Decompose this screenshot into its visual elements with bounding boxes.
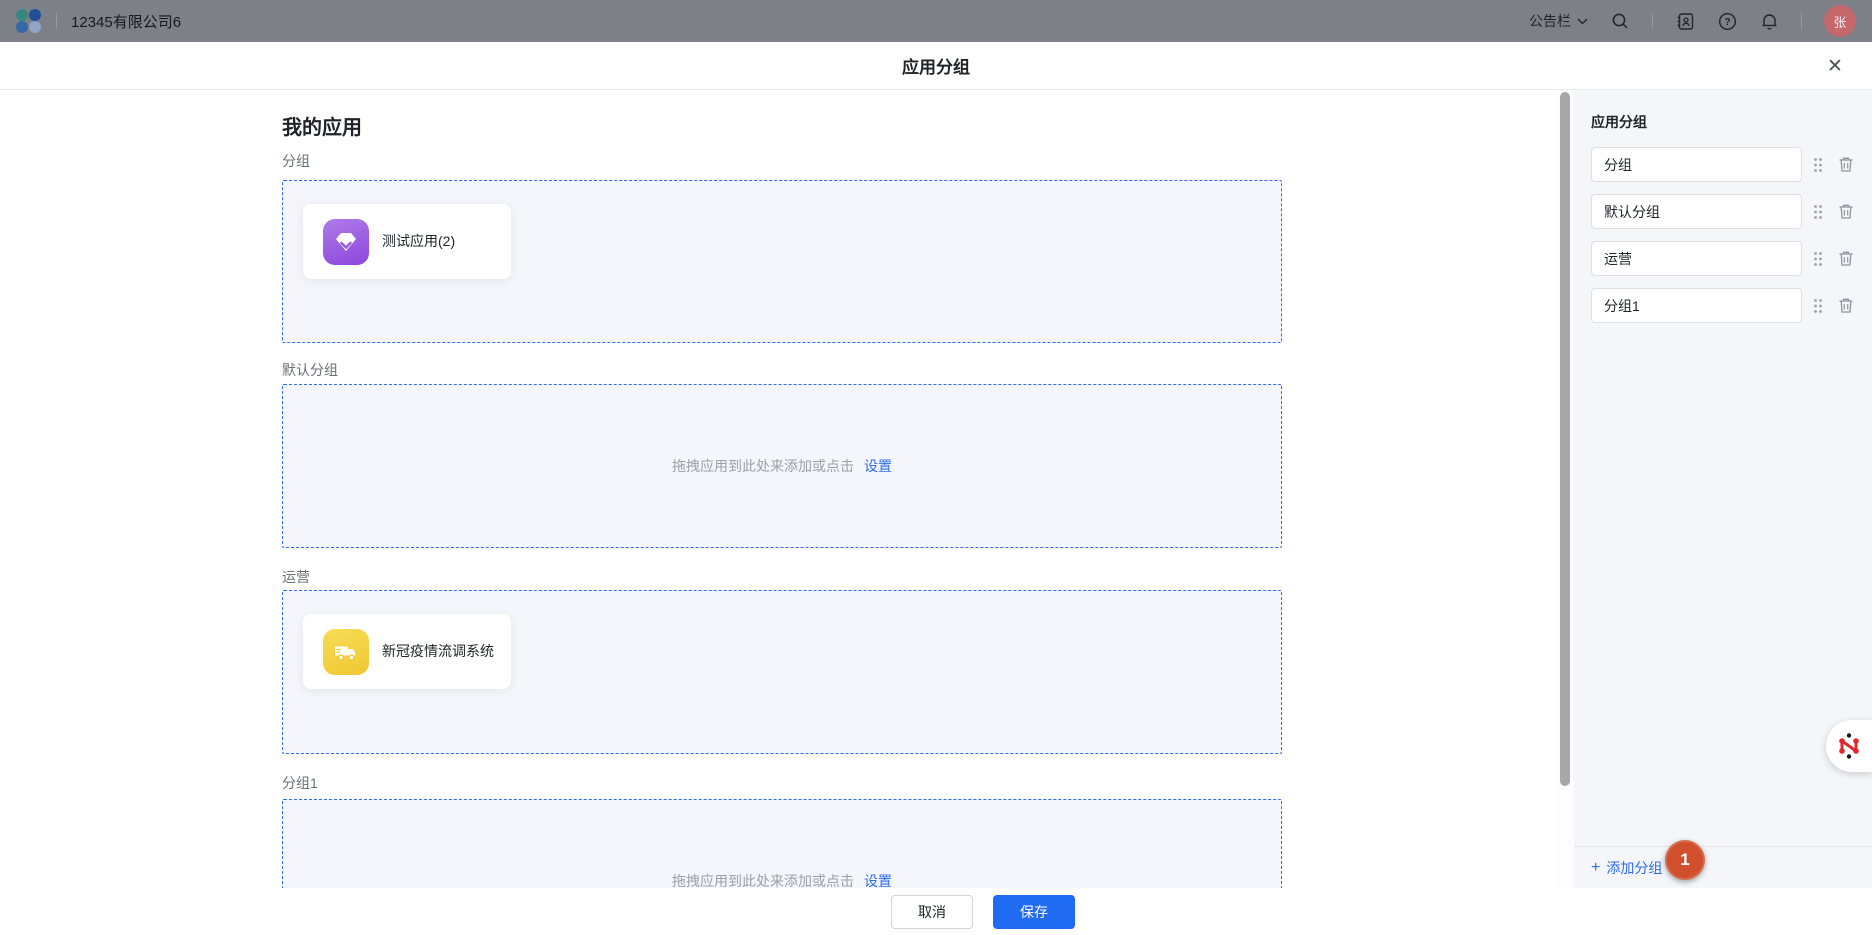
app-logo-icon[interactable] (16, 9, 42, 33)
app-card[interactable]: 新冠疫情流调系统 (303, 614, 511, 689)
group-label-1: 分组 (282, 151, 310, 171)
group-input-row (1591, 241, 1855, 276)
node-graph-icon (1836, 732, 1862, 760)
group-name-input-4[interactable] (1591, 288, 1802, 323)
announcement-dropdown[interactable]: 公告栏 (1529, 11, 1588, 31)
group-input-row (1591, 288, 1855, 323)
drag-handle-icon[interactable] (1811, 156, 1825, 174)
delete-group-icon[interactable] (1837, 203, 1855, 221)
contacts-book-icon[interactable] (1675, 11, 1695, 31)
floating-widget[interactable] (1826, 720, 1872, 772)
save-button[interactable]: 保存 (993, 895, 1075, 929)
company-name: 12345有限公司6 (71, 11, 181, 32)
add-group-button[interactable]: + 添加分组 (1591, 858, 1662, 878)
screen: 12345有限公司6 公告栏 (0, 0, 1872, 935)
delete-group-icon[interactable] (1837, 297, 1855, 315)
topbar-divider (1801, 13, 1802, 29)
gem-app-icon (323, 219, 369, 265)
vertical-scrollbar (1556, 90, 1574, 935)
announcement-label: 公告栏 (1529, 11, 1571, 31)
app-card[interactable]: 测试应用(2) (303, 204, 511, 279)
topbar-divider (56, 13, 57, 29)
drag-handle-icon[interactable] (1811, 250, 1825, 268)
sidebar-footer: + 添加分组 1 (1574, 846, 1872, 888)
svg-text:?: ? (1724, 17, 1730, 28)
drop-zone-group-3[interactable]: 新冠疫情流调系统 (282, 590, 1282, 754)
annotation-badge: 1 (1665, 840, 1705, 880)
group-input-row (1591, 147, 1855, 182)
drop-hint-text: 拖拽应用到此处来添加或点击 (672, 456, 854, 476)
delete-group-icon[interactable] (1837, 250, 1855, 268)
user-avatar[interactable]: 张 (1824, 5, 1856, 37)
drop-zone-group-2[interactable]: 拖拽应用到此处来添加或点击 设置 (282, 384, 1282, 548)
settings-link[interactable]: 设置 (864, 456, 892, 476)
group-name-input-3[interactable] (1591, 241, 1802, 276)
my-apps-panel: 我的应用 分组 测试应用(2) 默认分组 拖拽应用到此处来添加或点击 设置 (0, 90, 1556, 935)
group-name-input-1[interactable] (1591, 147, 1802, 182)
topbar-divider (1652, 13, 1653, 29)
search-icon[interactable] (1610, 11, 1630, 31)
plus-icon: + (1591, 860, 1600, 876)
group-label-3: 运营 (282, 567, 310, 587)
group-input-row (1591, 194, 1855, 229)
topbar: 12345有限公司6 公告栏 (0, 0, 1872, 42)
drag-handle-icon[interactable] (1811, 297, 1825, 315)
notification-bell-icon[interactable] (1759, 11, 1779, 31)
sidebar-heading: 应用分组 (1591, 112, 1855, 132)
footer-bar: 取消 保存 (0, 888, 1872, 935)
add-group-label: 添加分组 (1606, 858, 1662, 878)
group-label-4: 分组1 (282, 773, 318, 793)
delete-group-icon[interactable] (1837, 156, 1855, 174)
close-icon[interactable]: ✕ (1824, 55, 1846, 77)
scrollbar-thumb[interactable] (1560, 92, 1570, 786)
modal-title: 应用分组 (902, 53, 970, 78)
group-editor-sidebar: 应用分组 (1574, 90, 1872, 888)
group-name-input-2[interactable] (1591, 194, 1802, 229)
drop-zone-group-1[interactable]: 测试应用(2) (282, 180, 1282, 343)
app-name: 新冠疫情流调系统 (382, 642, 494, 661)
help-icon[interactable]: ? (1717, 11, 1737, 31)
truck-app-icon (323, 629, 369, 675)
modal-header: 应用分组 ✕ (0, 42, 1872, 90)
page-title: 我的应用 (282, 111, 362, 140)
cancel-button[interactable]: 取消 (891, 895, 973, 929)
drag-handle-icon[interactable] (1811, 203, 1825, 221)
chevron-down-icon (1576, 15, 1588, 27)
group-label-2: 默认分组 (282, 360, 338, 380)
app-name: 测试应用(2) (382, 232, 455, 251)
